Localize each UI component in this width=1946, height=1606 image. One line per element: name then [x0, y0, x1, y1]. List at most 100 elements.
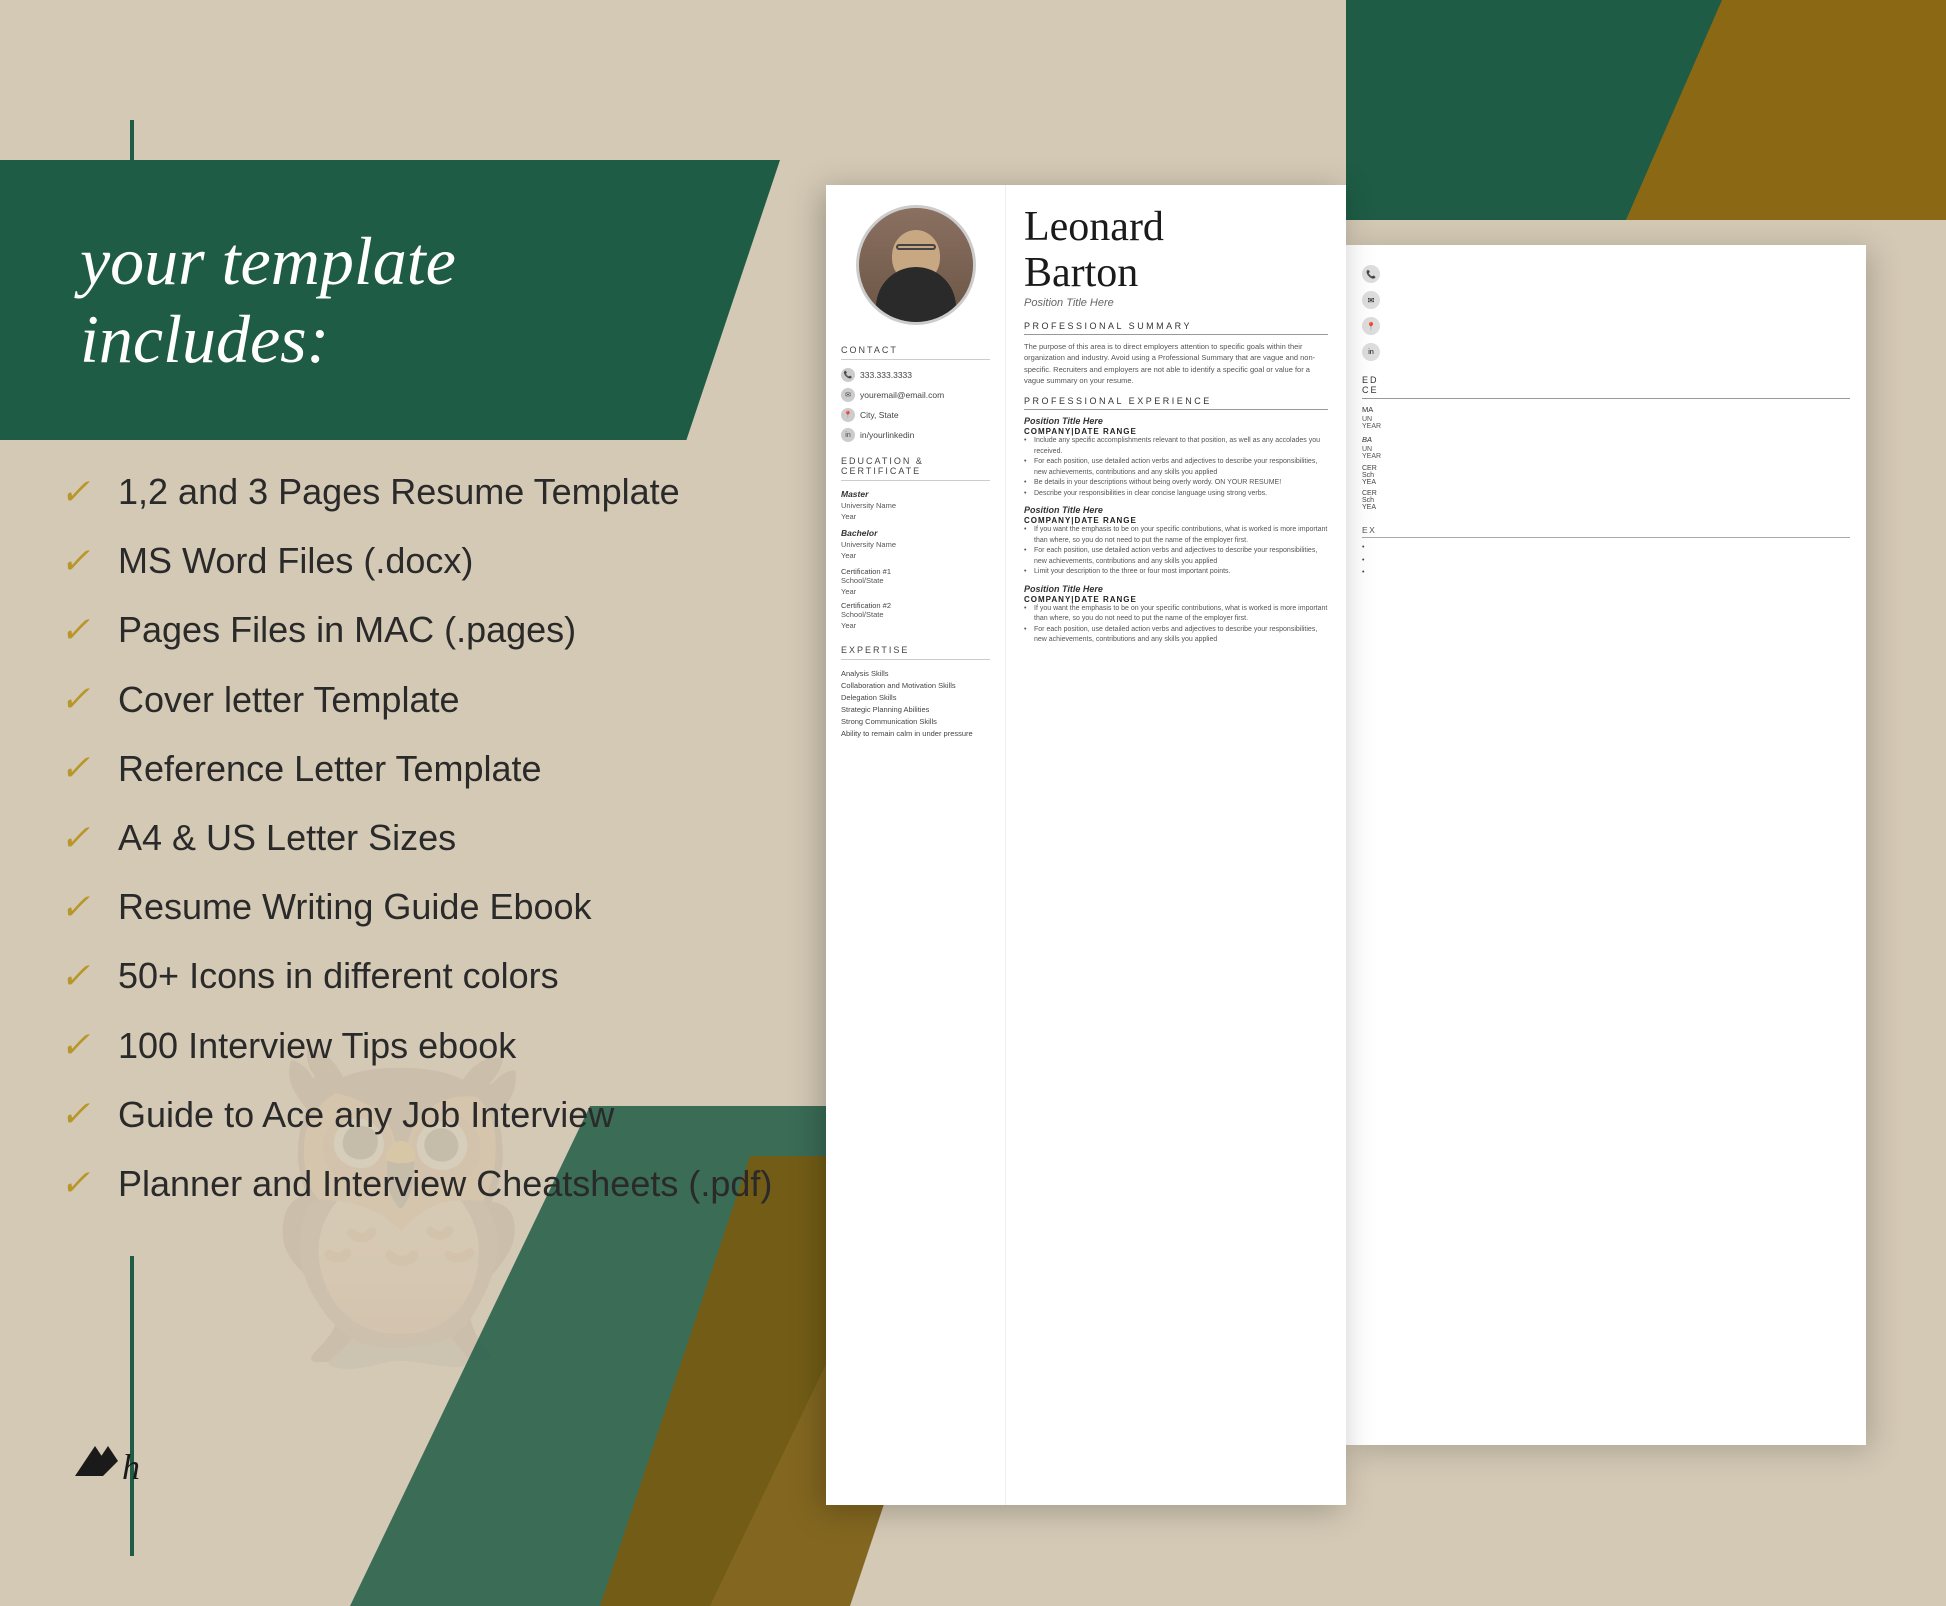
exp2-bullet: Limit your description to the three or f… — [1024, 567, 1328, 578]
page2-cert2: CERSchYEA — [1362, 490, 1850, 511]
exp3-company: Company|Date Range — [1024, 595, 1328, 604]
page2-location-icon: 📍 — [1362, 317, 1380, 335]
page2-phone-icon: 📞 — [1362, 265, 1380, 283]
email-value: youremail@email.com — [860, 390, 944, 400]
resume-right-column: Leonard Barton Position Title Here Profe… — [1006, 185, 1346, 1505]
resume-position: Position Title Here — [1024, 297, 1328, 309]
item-text: Cover letter Template — [118, 678, 460, 721]
exp2-position: Position Title Here — [1024, 505, 1328, 515]
summary-text: The purpose of this area is to direct em… — [1024, 341, 1328, 386]
exp1-position: Position Title Here — [1024, 416, 1328, 426]
list-item: ✓ 1,2 and 3 Pages Resume Template — [60, 470, 820, 513]
cert1-label: Certification #1 — [841, 567, 990, 576]
page2-cert1: CERSchYEA — [1362, 465, 1850, 486]
item-text: Pages Files in MAC (.pages) — [118, 608, 576, 651]
page2-ba-label: BA — [1362, 435, 1850, 444]
list-item: ✓ 100 Interview Tips ebook — [60, 1024, 820, 1067]
item-text: MS Word Files (.docx) — [118, 539, 473, 582]
resume-left-column: Contact 📞 333.333.3333 ✉ youremail@email… — [826, 185, 1006, 1505]
checkmark-icon: ✓ — [60, 747, 100, 789]
contact-linkedin: in in/yourlinkedin — [841, 428, 990, 442]
avatar-body — [876, 267, 956, 322]
avatar-image — [859, 208, 973, 322]
svg-text:h: h — [122, 1447, 140, 1487]
contact-email: ✉ youremail@email.com — [841, 388, 990, 402]
education-section-title: Education &Certificate — [841, 456, 990, 481]
item-text: Planner and Interview Cheatsheets (.pdf) — [118, 1162, 772, 1205]
phone-value: 333.333.3333 — [860, 370, 912, 380]
exp2-bullet: For each position, use detailed action v… — [1024, 546, 1328, 567]
location-value: City, State — [860, 410, 899, 420]
avatar — [856, 205, 976, 325]
expertise-item: Delegation Skills — [841, 692, 990, 704]
exp1-company: Company|Date Range — [1024, 427, 1328, 436]
teal-banner: your template includes: — [0, 160, 780, 440]
brand-logo: h — [70, 1431, 150, 1491]
page2-ba-school: UN — [1362, 446, 1850, 453]
location-icon: 📍 — [841, 408, 855, 422]
expertise-item: Ability to remain calm in under pressure — [841, 728, 990, 740]
degree1-year: Year — [841, 512, 990, 523]
page2-ma-year: YEAR — [1362, 423, 1850, 430]
item-text: Resume Writing Guide Ebook — [118, 885, 592, 928]
exp1-bullet: Describe your responsibilities in clear … — [1024, 489, 1328, 500]
item-text: 100 Interview Tips ebook — [118, 1024, 516, 1067]
contact-section-title: Contact — [841, 345, 990, 360]
page2-exp-content: EX • • • — [1362, 525, 1850, 578]
degree2-school: University Name — [841, 540, 990, 551]
page2-edu-header: EDCE — [1362, 375, 1850, 399]
exp1-bullet: For each position, use detailed action v… — [1024, 457, 1328, 478]
page2-ba-year: YEAR — [1362, 453, 1850, 460]
checkmark-icon: ✓ — [60, 678, 100, 720]
checkmark-icon: ✓ — [60, 1024, 100, 1066]
cert2-school: School/State — [841, 610, 990, 621]
linkedin-icon: in — [841, 428, 855, 442]
expertise-item: Analysis Skills — [841, 668, 990, 680]
exp1-bullet: Be details in your descriptions without … — [1024, 478, 1328, 489]
exp2-bullet: If you want the emphasis to be on your s… — [1024, 525, 1328, 546]
checkmark-icon: ✓ — [60, 1162, 100, 1204]
resume-page-2: 📞 ✉ 📍 in EDCE MA UN YEAR BA UN YEAR CER — [1346, 245, 1866, 1445]
checkmark-icon: ✓ — [60, 540, 100, 582]
checklist-area: ✓ 1,2 and 3 Pages Resume Template ✓ MS W… — [60, 470, 820, 1231]
expertise-item: Strategic Planning Abilities — [841, 704, 990, 716]
checkmark-icon: ✓ — [60, 955, 100, 997]
item-text: 50+ Icons in different colors — [118, 954, 559, 997]
list-item: ✓ MS Word Files (.docx) — [60, 539, 820, 582]
exp1-bullet: Include any specific accomplishments rel… — [1024, 436, 1328, 457]
page2-linkedin-icon: in — [1362, 343, 1380, 361]
page2-email-icon: ✉ — [1362, 291, 1380, 309]
cert1-year: Year — [841, 587, 990, 598]
experience-section-header: Professional Experience — [1024, 396, 1328, 410]
exp3-bullet: If you want the emphasis to be on your s… — [1024, 604, 1328, 625]
resume-name-line1: Leonard — [1024, 205, 1328, 249]
cert1-school: School/State — [841, 576, 990, 587]
degree2-year: Year — [841, 551, 990, 562]
checkmark-icon: ✓ — [60, 1093, 100, 1135]
checkmark-icon: ✓ — [60, 886, 100, 928]
page2-ma-label: MA — [1362, 405, 1850, 414]
list-item: ✓ Pages Files in MAC (.pages) — [60, 608, 820, 651]
cert2-label: Certification #2 — [841, 601, 990, 610]
checkmark-icon: ✓ — [60, 817, 100, 859]
item-text: Reference Letter Template — [118, 747, 542, 790]
page2-exp-header: EX — [1362, 525, 1850, 538]
avatar-glasses — [896, 244, 936, 250]
degree2-label: Bachelor — [841, 528, 990, 538]
exp2-company: Company|Date Range — [1024, 516, 1328, 525]
resume-name-line2: Barton — [1024, 251, 1328, 295]
cert2-year: Year — [841, 621, 990, 632]
checkmark-icon: ✓ — [60, 609, 100, 651]
list-item: ✓ A4 & US Letter Sizes — [60, 816, 820, 859]
checkmark-icon: ✓ — [60, 471, 100, 513]
degree1-label: Master — [841, 489, 990, 499]
expertise-section-title: Expertise — [841, 645, 990, 660]
logo-area: h — [70, 1431, 150, 1496]
email-icon: ✉ — [841, 388, 855, 402]
item-text: Guide to Ace any Job Interview — [118, 1093, 614, 1136]
summary-section-header: Professional Summary — [1024, 321, 1328, 335]
resume-page-1: Contact 📞 333.333.3333 ✉ youremail@email… — [826, 185, 1346, 1505]
list-item: ✓ Reference Letter Template — [60, 747, 820, 790]
phone-icon: 📞 — [841, 368, 855, 382]
contact-phone: 📞 333.333.3333 — [841, 368, 990, 382]
